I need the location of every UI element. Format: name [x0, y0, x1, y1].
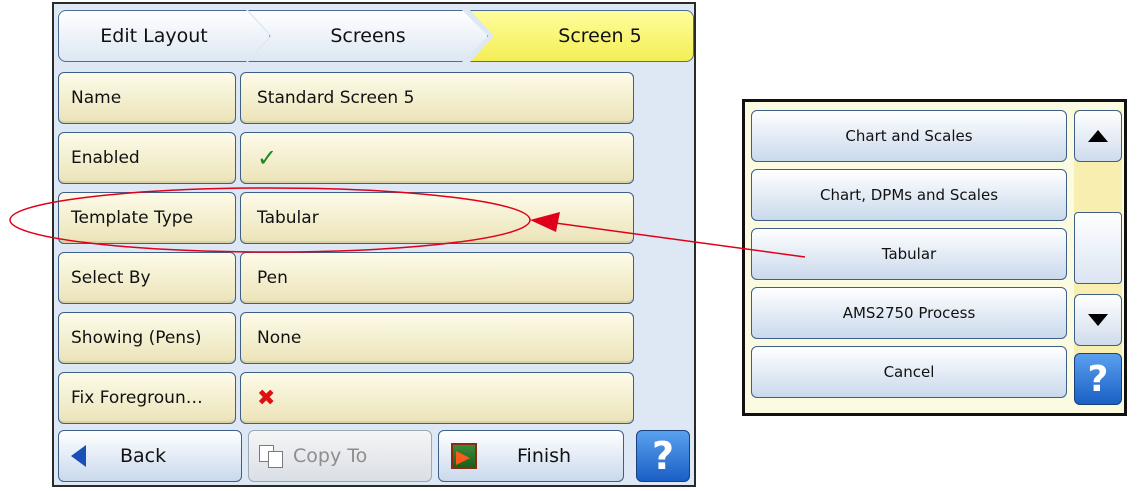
- setting-row-showing-pens: Showing (Pens) None: [58, 312, 636, 364]
- triangle-down-icon: [1088, 314, 1108, 326]
- option-chart-dpms-and-scales[interactable]: Chart, DPMs and Scales: [751, 169, 1067, 221]
- template-type-popup: Chart and Scales Chart, DPMs and Scales …: [742, 99, 1127, 416]
- back-button-label: Back: [120, 445, 167, 467]
- setting-label: Enabled: [58, 132, 236, 184]
- setting-label: Select By: [58, 252, 236, 304]
- finish-button[interactable]: Finish: [438, 430, 624, 482]
- bottom-toolbar: Back Copy To Finish ?: [58, 430, 694, 484]
- setting-row-fix-foreground: Fix Foregroun… ✖: [58, 372, 636, 424]
- setting-row-select-by: Select By Pen: [58, 252, 636, 304]
- copy-icon: [259, 445, 283, 468]
- help-icon: ?: [1087, 358, 1109, 400]
- template-type-selector[interactable]: Tabular: [240, 192, 634, 244]
- template-options-list: Chart and Scales Chart, DPMs and Scales …: [751, 110, 1067, 405]
- setting-row-template-type: Template Type Tabular: [58, 192, 636, 244]
- breadcrumb-edit-layout-label: Edit Layout: [100, 25, 208, 47]
- popup-help-button[interactable]: ?: [1074, 353, 1122, 405]
- back-arrow-icon: [71, 445, 86, 467]
- showing-pens-selector[interactable]: None: [240, 312, 634, 364]
- breadcrumb-screen-5[interactable]: Screen 5: [470, 10, 694, 62]
- help-button[interactable]: ?: [636, 430, 690, 482]
- setting-label: Name: [58, 72, 236, 124]
- copy-to-button-label: Copy To: [293, 445, 368, 467]
- name-field[interactable]: Standard Screen 5: [240, 72, 634, 124]
- scroll-up-button[interactable]: [1074, 110, 1122, 162]
- option-tabular[interactable]: Tabular: [751, 228, 1067, 280]
- layout-editor-panel: Edit Layout Screens Screen 5 Name Standa…: [52, 2, 696, 487]
- select-by-selector[interactable]: Pen: [240, 252, 634, 304]
- back-button[interactable]: Back: [58, 430, 242, 482]
- option-chart-and-scales[interactable]: Chart and Scales: [751, 110, 1067, 162]
- setting-label: Fix Foregroun…: [58, 372, 236, 424]
- setting-label: Template Type: [58, 192, 236, 244]
- setting-row-enabled: Enabled ✓: [58, 132, 636, 184]
- setting-label: Showing (Pens): [58, 312, 236, 364]
- breadcrumb-screens-label: Screens: [330, 25, 406, 47]
- option-ams2750-process[interactable]: AMS2750 Process: [751, 287, 1067, 339]
- scrollbar-thumb[interactable]: [1074, 212, 1122, 284]
- cross-icon: ✖: [257, 385, 276, 411]
- breadcrumb-screens[interactable]: Screens: [248, 10, 488, 62]
- checkmark-icon: ✓: [257, 144, 278, 172]
- scroll-down-button[interactable]: [1074, 294, 1122, 346]
- breadcrumb-screen-5-label: Screen 5: [558, 25, 642, 47]
- enabled-toggle[interactable]: ✓: [240, 132, 634, 184]
- help-icon: ?: [651, 434, 675, 478]
- setting-row-name: Name Standard Screen 5: [58, 72, 636, 124]
- triangle-up-icon: [1088, 130, 1108, 142]
- breadcrumb-edit-layout[interactable]: Edit Layout: [58, 10, 270, 62]
- settings-list: Name Standard Screen 5 Enabled ✓ Templat…: [58, 72, 636, 432]
- cancel-button[interactable]: Cancel: [751, 346, 1067, 398]
- breadcrumb: Edit Layout Screens Screen 5: [58, 10, 694, 62]
- finish-button-label: Finish: [517, 445, 572, 467]
- copy-to-button[interactable]: Copy To: [248, 430, 432, 482]
- finish-door-icon: [451, 443, 477, 469]
- fix-foreground-toggle[interactable]: ✖: [240, 372, 634, 424]
